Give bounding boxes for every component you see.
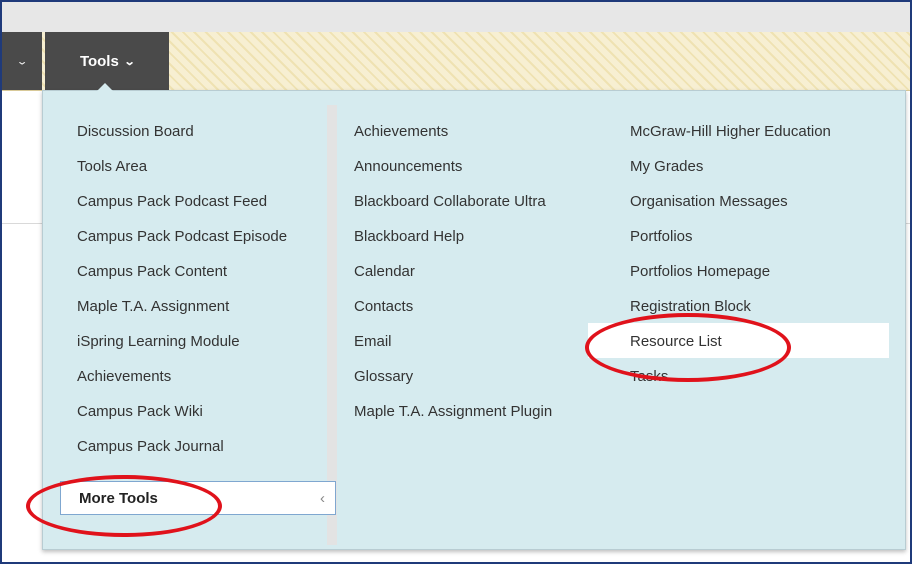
menu-item-my-grades[interactable]: My Grades <box>630 154 831 189</box>
menu-item-campus-pack-wiki[interactable]: Campus Pack Wiki <box>77 399 287 434</box>
menu-column-1: Discussion Board Tools Area Campus Pack … <box>77 119 287 469</box>
annotation-ellipse-resource-list <box>585 313 791 382</box>
previous-nav-tab[interactable]: ⌄ <box>2 32 42 90</box>
menu-item-portfolios[interactable]: Portfolios <box>630 224 831 259</box>
top-strip <box>2 2 910 33</box>
menu-item-blackboard-collaborate-ultra[interactable]: Blackboard Collaborate Ultra <box>354 189 552 224</box>
menu-item-achievements[interactable]: Achievements <box>77 364 287 399</box>
menu-item-contacts[interactable]: Contacts <box>354 294 552 329</box>
menu-item-achievements[interactable]: Achievements <box>354 119 552 154</box>
menu-item-email[interactable]: Email <box>354 329 552 364</box>
tools-menu-tab[interactable]: Tools ⌄ <box>45 32 169 90</box>
tools-tab-label: Tools <box>79 52 119 70</box>
menu-item-campus-pack-content[interactable]: Campus Pack Content <box>77 259 287 294</box>
dropdown-pointer <box>97 83 113 91</box>
menu-item-campus-pack-podcast-feed[interactable]: Campus Pack Podcast Feed <box>77 189 287 224</box>
menu-item-campus-pack-journal[interactable]: Campus Pack Journal <box>77 434 287 469</box>
menu-item-blackboard-help[interactable]: Blackboard Help <box>354 224 552 259</box>
menu-item-maple-ta-assignment-plugin[interactable]: Maple T.A. Assignment Plugin <box>354 399 552 434</box>
chevron-down-icon: ⌄ <box>16 55 28 67</box>
menu-item-mcgraw-hill-higher-education[interactable]: McGraw-Hill Higher Education <box>630 119 831 154</box>
menu-item-tools-area[interactable]: Tools Area <box>77 154 287 189</box>
menu-item-ispring-learning-module[interactable]: iSpring Learning Module <box>77 329 287 364</box>
chevron-down-icon: ⌄ <box>123 55 136 68</box>
menu-item-organisation-messages[interactable]: Organisation Messages <box>630 189 831 224</box>
menu-column-2: Achievements Announcements Blackboard Co… <box>354 119 552 434</box>
menu-item-glossary[interactable]: Glossary <box>354 364 552 399</box>
column-divider <box>327 105 337 545</box>
menu-item-discussion-board[interactable]: Discussion Board <box>77 119 287 154</box>
menu-item-announcements[interactable]: Announcements <box>354 154 552 189</box>
menu-item-maple-ta-assignment[interactable]: Maple T.A. Assignment <box>77 294 287 329</box>
menu-item-portfolios-homepage[interactable]: Portfolios Homepage <box>630 259 831 294</box>
browser-page: ⌄ Tools ⌄ Discussion Board Tools Area Ca… <box>0 0 912 564</box>
menu-item-campus-pack-podcast-episode[interactable]: Campus Pack Podcast Episode <box>77 224 287 259</box>
annotation-ellipse-more-tools <box>26 475 222 537</box>
menu-item-calendar[interactable]: Calendar <box>354 259 552 294</box>
chevron-left-icon: ‹ <box>320 489 325 507</box>
